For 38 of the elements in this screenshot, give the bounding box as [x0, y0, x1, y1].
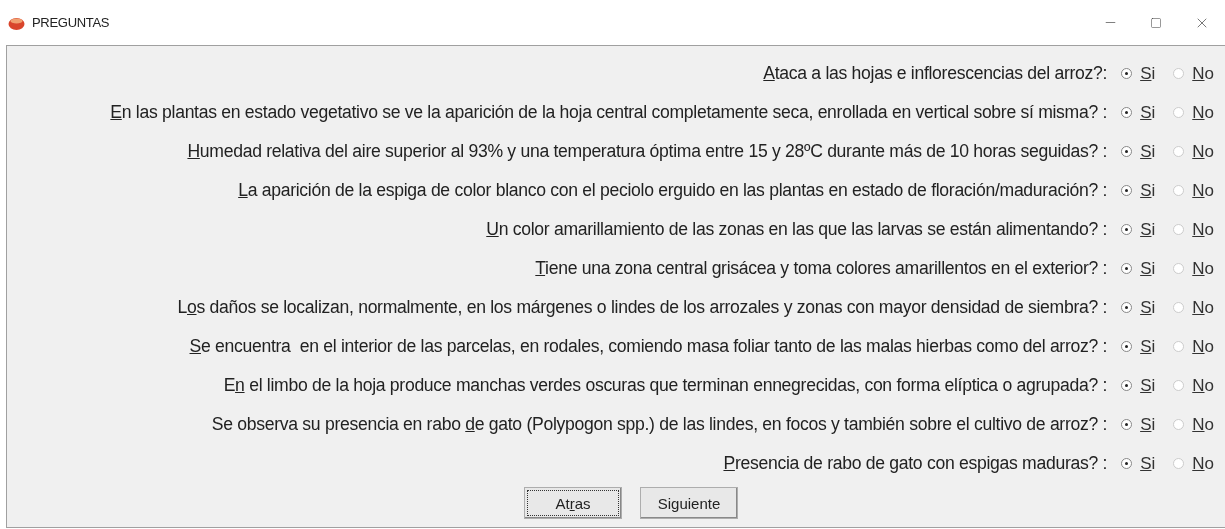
question-label: La aparición de la espiga de color blanco con el peciolo erguido en las plantas en estado de floración/maduración? :	[238, 180, 1108, 201]
radio-option[interactable]: No	[1173, 414, 1214, 435]
window-title: PREGUNTAS	[32, 15, 110, 30]
radio-option[interactable]: No	[1173, 180, 1214, 201]
question-label: Se encuentra en el interior de las parcelas, en rodales, comiendo masa foliar tanto de las malas hierbas como del arroz? :	[189, 336, 1108, 357]
radio-option[interactable]: Si	[1121, 336, 1156, 357]
radio-option[interactable]: No	[1173, 141, 1214, 162]
radio-option[interactable]: No	[1173, 219, 1214, 240]
radio-option[interactable]: Si	[1121, 375, 1156, 396]
radio-option[interactable]: No	[1173, 336, 1214, 357]
question-label: Los daños se localizan, normalmente, en los márgenes o lindes de los arrozales y zonas con mayor densidad de siembra? :	[177, 297, 1108, 318]
question-label: Humedad relativa del aire superior al 93% y una temperatura óptima entre 15 y 28ºC durante más de 10 horas seguidas? :	[187, 141, 1108, 162]
question-label: Ataca a las hojas e inflorescencias del arroz?:	[763, 63, 1108, 84]
question-label: En las plantas en estado vegetativo se ve la aparición de la hoja central completamente seca, enrollada en vertical sobre sí misma? :	[110, 102, 1108, 123]
radio-option[interactable]: Si	[1121, 414, 1156, 435]
radio-option[interactable]: Si	[1121, 180, 1156, 201]
question-label: Un color amarillamiento de las zonas en las que las larvas se están alimentando? :	[486, 219, 1108, 240]
maximize-icon[interactable]	[1150, 16, 1162, 29]
radio-option[interactable]: No	[1173, 258, 1214, 279]
radio-option[interactable]: No	[1173, 375, 1214, 396]
question-label: Se observa su presencia en rabo de gato (Polypogon spp.) de las lindes, en focos y también sobre el cultivo de arroz? :	[211, 414, 1108, 435]
question-label: Tiene una zona central grisácea y toma colores amarillentos en el exterior? :	[535, 258, 1108, 279]
radio-option[interactable]: No	[1173, 102, 1214, 123]
radio-option[interactable]: Si	[1121, 102, 1156, 123]
next-button[interactable]: Siguiente	[640, 487, 738, 519]
question-label: Presencia de rabo de gato con espigas maduras? :	[723, 453, 1108, 474]
radio-option[interactable]: Si	[1121, 258, 1156, 279]
radio-option[interactable]: Si	[1121, 141, 1156, 162]
radio-option[interactable]: No	[1173, 297, 1214, 318]
radio-option[interactable]: Si	[1121, 297, 1156, 318]
radio-option[interactable]: Si	[1121, 453, 1156, 474]
radio-option[interactable]: Si	[1121, 63, 1156, 84]
back-button[interactable]: Atras	[524, 487, 622, 519]
radio-option[interactable]: No	[1173, 453, 1214, 474]
radio-option[interactable]: Si	[1121, 219, 1156, 240]
question-label: En el limbo de la hoja produce manchas verdes oscuras que terminan ennegrecidas, con forma elíptica o agrupada? :	[223, 375, 1108, 396]
app-icon	[8, 15, 25, 30]
radio-option[interactable]: No	[1173, 63, 1214, 84]
